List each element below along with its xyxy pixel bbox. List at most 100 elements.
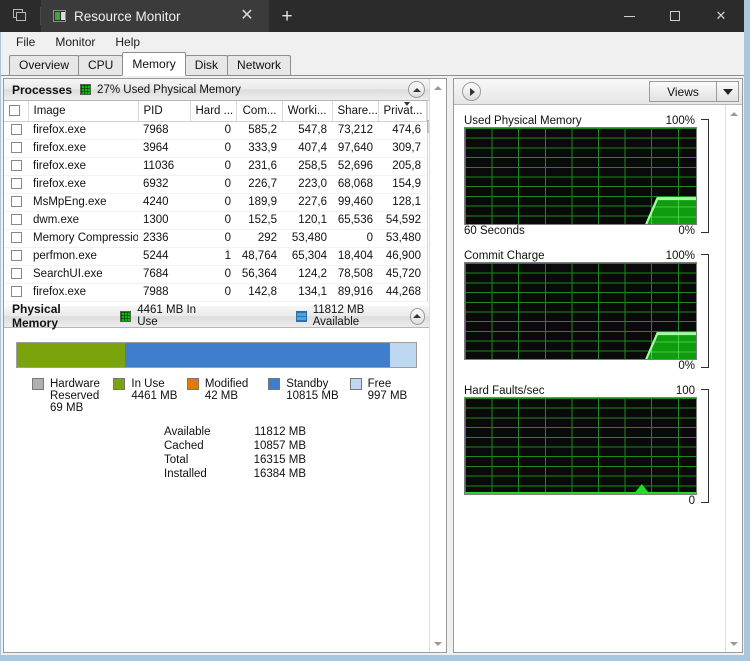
table-row[interactable]: Memory Compression 2336 0 292 53,480 0 53,480 bbox=[4, 229, 426, 248]
table-row[interactable]: firefox.exe 7968 0 585,2 547,8 73,212 474,6 bbox=[4, 121, 426, 140]
graph-min-label: 0% bbox=[678, 360, 695, 372]
tab-cpu[interactable]: CPU bbox=[78, 55, 124, 75]
right-pane: Views Used Physical Memory 100% 60 Secon… bbox=[453, 78, 743, 653]
cell-hard: 0 bbox=[190, 193, 236, 212]
hardware-reserved-swatch-icon bbox=[32, 377, 44, 390]
left-scroll-up-button[interactable] bbox=[430, 79, 447, 96]
cell-working: 134,1 bbox=[282, 283, 332, 302]
physical-memory-section-header[interactable]: Physical Memory 4461 MB In Use 11812 MB … bbox=[4, 302, 429, 330]
window-tab-resource-monitor[interactable]: Resource Monitor ✕ bbox=[41, 0, 269, 32]
sort-descending-icon bbox=[404, 102, 410, 106]
processes-title: Processes bbox=[12, 82, 73, 97]
table-row[interactable]: firefox.exe 6932 0 226,7 223,0 68,068 154,9 bbox=[4, 175, 426, 194]
tab-list-button[interactable] bbox=[0, 0, 40, 32]
row-checkbox[interactable] bbox=[10, 286, 22, 298]
cell-working: 124,2 bbox=[282, 265, 332, 284]
row-checkbox[interactable] bbox=[10, 160, 22, 172]
left-scroll-down-button[interactable] bbox=[430, 635, 447, 652]
select-all-header[interactable] bbox=[4, 101, 29, 122]
menu-monitor[interactable]: Monitor bbox=[46, 33, 104, 51]
row-checkbox[interactable] bbox=[10, 232, 22, 244]
menu-file[interactable]: File bbox=[7, 33, 44, 51]
tab-network[interactable]: Network bbox=[227, 55, 292, 75]
menu-bar: File Monitor Help bbox=[1, 32, 744, 52]
memory-bar-segment-standby bbox=[124, 342, 391, 367]
cell-private: 309,7 bbox=[378, 139, 426, 158]
maximize-button[interactable] bbox=[652, 0, 698, 32]
close-tab-icon[interactable]: ✕ bbox=[235, 4, 259, 28]
graph-max-label: 100% bbox=[665, 115, 695, 127]
select-all-checkbox[interactable] bbox=[9, 105, 20, 117]
column-pid[interactable]: PID bbox=[138, 101, 191, 122]
cell-shareable: 18,404 bbox=[332, 247, 378, 266]
cell-commit: 585,2 bbox=[236, 121, 282, 140]
row-checkbox[interactable] bbox=[10, 124, 22, 136]
processes-section-header[interactable]: Processes 27% Used Physical Memory bbox=[4, 79, 429, 101]
tab-disk[interactable]: Disk bbox=[184, 55, 229, 75]
tab-memory[interactable]: Memory bbox=[122, 52, 186, 76]
cell-image: firefox.exe bbox=[28, 175, 138, 194]
right-scroll-down-button[interactable] bbox=[726, 635, 743, 652]
cell-working: 227,6 bbox=[282, 193, 332, 212]
column-private[interactable]: Privat... bbox=[378, 101, 427, 122]
views-header: Views bbox=[454, 79, 742, 105]
graph-title: Commit Charge bbox=[464, 250, 545, 262]
stat-value: 16315 MB bbox=[253, 453, 306, 466]
row-checkbox[interactable] bbox=[10, 178, 22, 190]
views-button[interactable]: Views bbox=[649, 81, 739, 102]
expand-right-pane-button[interactable] bbox=[462, 82, 481, 101]
cell-commit: 226,7 bbox=[236, 175, 282, 194]
available-swatch-icon bbox=[295, 310, 307, 322]
memory-bar-segment-in-use bbox=[17, 342, 125, 367]
views-dropdown-arrow[interactable] bbox=[716, 82, 738, 101]
column-hard-faults[interactable]: Hard ... bbox=[190, 101, 237, 122]
processes-collapse-button[interactable] bbox=[408, 81, 425, 98]
row-checkbox[interactable] bbox=[10, 214, 22, 226]
physical-memory-collapse-button[interactable] bbox=[409, 307, 426, 325]
window-stack-icon bbox=[12, 9, 28, 23]
row-checkbox[interactable] bbox=[10, 142, 22, 154]
processes-summary: 27% Used Physical Memory bbox=[80, 84, 241, 96]
row-checkbox[interactable] bbox=[10, 268, 22, 280]
cell-working: 65,304 bbox=[282, 247, 332, 266]
cell-commit: 189,9 bbox=[236, 193, 282, 212]
cell-shareable: 65,536 bbox=[332, 211, 378, 230]
table-row[interactable]: perfmon.exe 5244 1 48,764 65,304 18,404 46,900 bbox=[4, 247, 426, 266]
cell-hard: 0 bbox=[190, 139, 236, 158]
memory-bar-segment-free bbox=[390, 342, 416, 367]
table-row[interactable]: MsMpEng.exe 4240 0 189,9 227,6 99,460 128,1 bbox=[4, 193, 426, 212]
table-row[interactable]: SearchUI.exe 7684 0 56,364 124,2 78,508 45,720 bbox=[4, 265, 426, 284]
row-checkbox[interactable] bbox=[10, 250, 22, 262]
column-working-set[interactable]: Worki... bbox=[282, 101, 333, 122]
cell-commit: 333,9 bbox=[236, 139, 282, 158]
right-pane-scrollbar[interactable] bbox=[725, 105, 742, 652]
memory-stats: Available 11812 MB Cached 10857 MB Total 16… bbox=[164, 426, 419, 482]
cell-commit: 142,8 bbox=[236, 283, 282, 302]
cell-shareable: 97,640 bbox=[332, 139, 378, 158]
stat-key: Available bbox=[164, 425, 211, 438]
table-row[interactable]: firefox.exe 11036 0 231,6 258,5 52,696 205,8 bbox=[4, 157, 426, 176]
cell-shareable: 68,068 bbox=[332, 175, 378, 194]
new-tab-icon[interactable]: + bbox=[275, 4, 299, 28]
minimize-icon bbox=[623, 15, 635, 17]
legend-free: Free 997 MB bbox=[349, 377, 419, 414]
graph-commit-charge: Commit Charge 100% 0% bbox=[464, 246, 717, 375]
table-row[interactable]: firefox.exe 7988 0 142,8 134,1 89,916 44,268 bbox=[4, 283, 426, 302]
tab-overview[interactable]: Overview bbox=[9, 55, 80, 75]
cell-working: 53,480 bbox=[282, 229, 332, 248]
column-image[interactable]: Image bbox=[28, 101, 139, 122]
close-button[interactable]: ✕ bbox=[698, 0, 744, 32]
left-pane-scrollbar[interactable] bbox=[429, 79, 446, 652]
minimize-button[interactable] bbox=[606, 0, 652, 32]
cell-hard: 0 bbox=[190, 265, 236, 284]
graph-axis-bracket bbox=[697, 389, 717, 503]
column-commit[interactable]: Com... bbox=[236, 101, 283, 122]
row-checkbox[interactable] bbox=[10, 196, 22, 208]
table-row[interactable]: firefox.exe 3964 0 333,9 407,4 97,640 309,7 bbox=[4, 139, 426, 158]
column-shareable[interactable]: Share... bbox=[332, 101, 379, 122]
modified-swatch-icon bbox=[186, 377, 199, 390]
table-row[interactable]: dwm.exe 1300 0 152,5 120,1 65,536 54,592 bbox=[4, 211, 426, 230]
menu-help[interactable]: Help bbox=[106, 33, 149, 51]
right-scroll-up-button[interactable] bbox=[726, 105, 743, 122]
legend-label: In Use bbox=[131, 377, 165, 390]
